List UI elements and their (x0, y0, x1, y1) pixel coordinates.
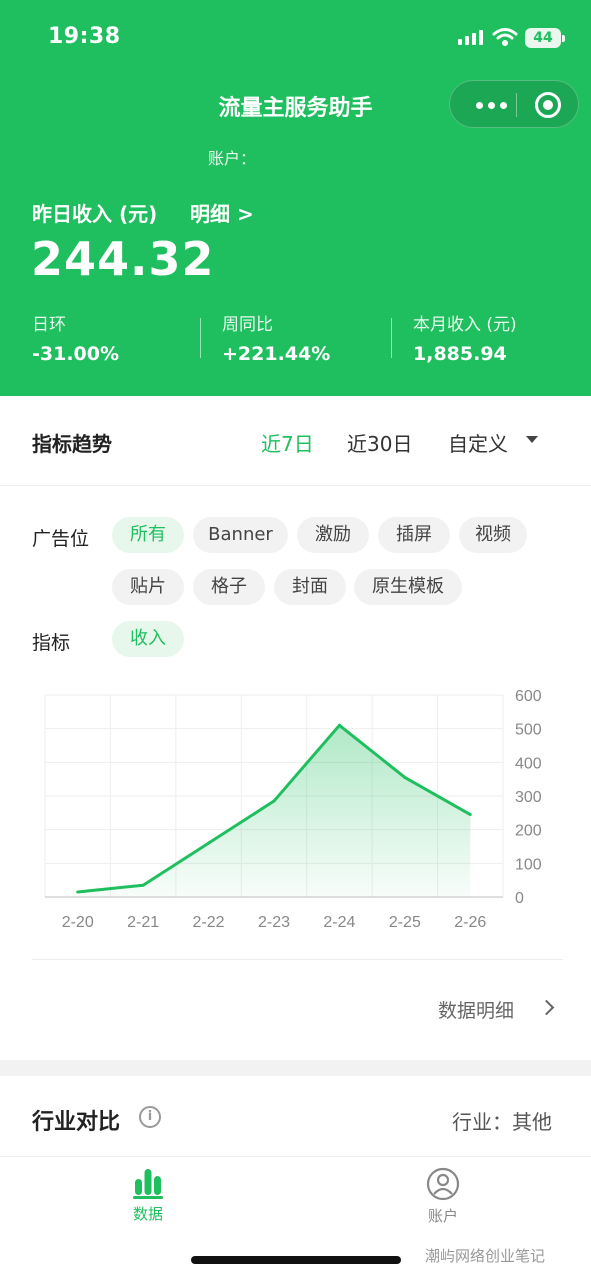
chip-ad-slot[interactable]: 所有 (112, 517, 184, 553)
trend-header: 指标趋势 近7日 近30日 自定义 (0, 396, 591, 486)
data-point (403, 775, 407, 779)
y-tick-label: 600 (515, 688, 542, 705)
stat-value: 1,885.94 (413, 343, 507, 365)
data-point (337, 723, 341, 727)
battery-icon: 44 (525, 28, 565, 48)
wifi-icon (492, 28, 518, 46)
stat-label: 本月收入 (元) (413, 315, 517, 335)
chip-ad-slot[interactable]: Banner (193, 517, 288, 553)
close-target-icon[interactable] (535, 92, 561, 118)
x-tick-label: 2-21 (127, 914, 159, 931)
status-time: 19:38 (48, 24, 121, 49)
chip-ad-slot[interactable]: 视频 (459, 517, 527, 553)
x-tick-label: 2-23 (258, 914, 290, 931)
range-7d[interactable]: 近7日 (261, 428, 314, 457)
trend-title: 指标趋势 (32, 432, 112, 456)
tab-account[interactable]: 账户 (398, 1167, 488, 1226)
mini-program-capsule (449, 80, 579, 128)
yesterday-income-value: 244.32 (31, 232, 215, 286)
chip-ad-slot[interactable]: 封面 (274, 569, 346, 605)
data-point (468, 813, 472, 817)
data-point (76, 890, 80, 894)
stat-weekly: 周同比 +221.44% (222, 310, 330, 365)
stat-divider (200, 318, 201, 358)
stat-label: 周同比 (222, 315, 273, 335)
x-tick-label: 2-26 (454, 914, 486, 931)
bar-chart-icon (133, 1169, 163, 1199)
status-bar: 19:38 44 (0, 22, 591, 54)
x-tick-label: 2-25 (389, 914, 421, 931)
tab-data[interactable]: 数据 (103, 1167, 193, 1224)
y-tick-label: 200 (515, 823, 542, 840)
stat-daily: 日环 -31.00% (32, 310, 119, 365)
stat-monthly: 本月收入 (元) 1,885.94 (413, 310, 517, 365)
y-tick-label: 0 (515, 890, 524, 907)
chip-ad-slot[interactable]: 激励 (297, 517, 369, 553)
metric-label: 指标 (32, 632, 71, 654)
data-point (207, 841, 211, 845)
y-tick-label: 500 (515, 722, 542, 739)
stat-divider (391, 318, 392, 358)
info-icon[interactable]: i (139, 1106, 161, 1128)
income-detail-link[interactable]: 明细 > (190, 198, 254, 227)
capsule-divider (516, 93, 517, 117)
chip-ad-slot[interactable]: 插屏 (378, 517, 450, 553)
trend-body: 广告位 所有 Banner 激励 插屏 视频 贴片 格子 封面 原生模板 指标 … (0, 486, 591, 1060)
chip-ad-slot[interactable]: 贴片 (112, 569, 184, 605)
y-tick-label: 400 (515, 755, 542, 772)
tab-label: 数据 (132, 1205, 163, 1223)
series-area (77, 725, 471, 897)
chip-metric[interactable]: 收入 (112, 621, 184, 657)
chevron-down-icon[interactable] (526, 436, 538, 443)
tab-label: 账户 (427, 1207, 458, 1225)
header-panel: 19:38 44 流量主服务助手 账户： 昨日收入 (元) 明细 > 244.3… (0, 0, 591, 396)
stat-value: +221.44% (222, 343, 331, 365)
user-icon (426, 1167, 460, 1201)
income-trend-chart: 600 500 400 300 200 100 0 2-20 2-21 2-22 2-23 2-24 2… (44, 688, 542, 931)
stat-value: -31.00% (32, 343, 120, 365)
range-30d[interactable]: 近30日 (347, 428, 412, 457)
watermark-text: 潮屿网络创业笔记 (425, 1247, 546, 1265)
chip-ad-slot[interactable]: 原生模板 (354, 569, 462, 605)
x-tick-label: 2-24 (323, 914, 355, 931)
chevron-right-icon[interactable] (538, 999, 555, 1016)
divider (32, 959, 563, 960)
y-tick-label: 100 (515, 856, 542, 873)
data-point (272, 799, 276, 803)
ad-slot-label: 广告位 (32, 528, 90, 550)
more-icon[interactable] (468, 95, 514, 115)
data-point (141, 883, 145, 887)
chip-ad-slot[interactable]: 格子 (193, 569, 265, 605)
cellular-signal-icon (458, 30, 483, 45)
yesterday-income-label: 昨日收入 (元) (32, 202, 158, 226)
industry-title: 行业对比 (32, 1110, 121, 1135)
range-custom[interactable]: 自定义 (448, 428, 508, 457)
industry-value[interactable]: 行业：其他 (452, 1106, 552, 1135)
account-label: 账户： (208, 149, 257, 168)
data-detail-link[interactable]: 数据明细 (438, 996, 514, 1023)
x-tick-label: 2-20 (62, 914, 94, 931)
y-tick-label: 300 (515, 789, 542, 806)
home-indicator[interactable] (191, 1256, 401, 1264)
industry-compare: 行业对比 i 行业：其他 (0, 1076, 591, 1156)
stat-label: 日环 (32, 315, 66, 335)
x-tick-label: 2-22 (193, 914, 225, 931)
